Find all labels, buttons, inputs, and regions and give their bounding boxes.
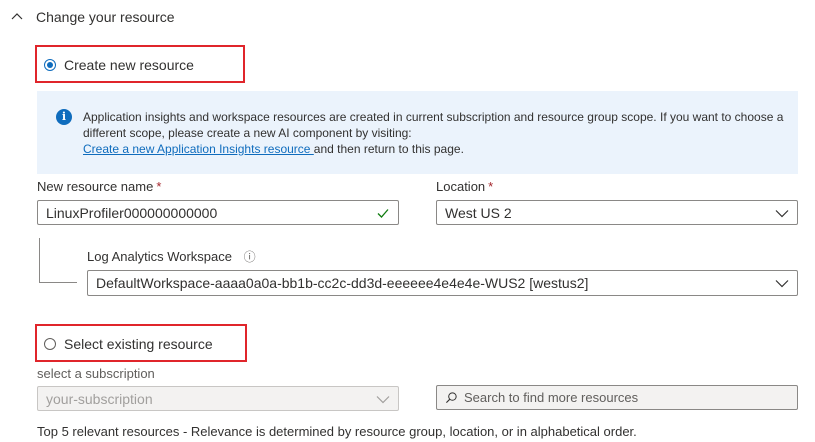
info-message-text: Application insights and workspace resou…: [83, 109, 788, 157]
info-suffix: and then return to this page.: [313, 142, 464, 156]
location-label-row: Location *: [436, 179, 493, 194]
resource-name-input[interactable]: LinuxProfiler000000000000: [37, 200, 399, 225]
resource-name-label-row: New resource name *: [37, 179, 161, 194]
workspace-value: DefaultWorkspace-aaaa0a0a-bb1b-cc2c-dd3d…: [96, 275, 589, 291]
workspace-label: Log Analytics Workspace: [87, 249, 232, 264]
relevance-note: Top 5 relevant resources - Relevance is …: [37, 424, 637, 439]
location-dropdown[interactable]: West US 2: [436, 200, 798, 225]
info-circle-icon[interactable]: ⓘ: [244, 250, 256, 264]
tree-connector: [39, 238, 77, 283]
required-mark: *: [156, 179, 162, 194]
chevron-down-icon[interactable]: [376, 392, 390, 406]
search-icon: [445, 392, 457, 404]
create-ai-resource-link[interactable]: Create a new Application Insights resour…: [83, 142, 314, 156]
search-placeholder: Search to find more resources: [464, 390, 639, 405]
select-existing-radio[interactable]: [44, 338, 56, 350]
workspace-dropdown[interactable]: DefaultWorkspace-aaaa0a0a-bb1b-cc2c-dd3d…: [87, 270, 798, 296]
location-value: West US 2: [445, 204, 512, 221]
info-text: Application insights and workspace resou…: [83, 110, 784, 140]
chevron-down-icon[interactable]: [775, 276, 789, 290]
select-existing-label: Select existing resource: [64, 336, 213, 352]
location-label: Location: [436, 179, 486, 194]
chevron-up-icon[interactable]: [10, 10, 24, 24]
subscription-label: select a subscription: [37, 366, 155, 381]
chevron-down-icon[interactable]: [775, 206, 789, 220]
create-new-radio[interactable]: [44, 59, 56, 71]
workspace-label-row: Log Analytics Workspace ⓘ: [87, 248, 256, 265]
required-mark: *: [488, 179, 494, 194]
create-new-label: Create new resource: [64, 57, 194, 73]
change-resource-header[interactable]: Change your resource: [10, 6, 175, 28]
subscription-dropdown[interactable]: your-subscription: [37, 386, 399, 411]
select-existing-radio-option[interactable]: Select existing resource: [44, 334, 213, 354]
create-new-radio-option[interactable]: Create new resource: [44, 55, 194, 75]
resource-name-label: New resource name: [37, 179, 154, 194]
subscription-value: your-subscription: [46, 390, 153, 407]
info-icon: i: [56, 109, 72, 125]
check-icon: [377, 208, 389, 218]
resource-name-value: LinuxProfiler000000000000: [46, 204, 218, 221]
resource-search-input[interactable]: Search to find more resources: [436, 385, 798, 410]
section-title: Change your resource: [36, 9, 175, 25]
